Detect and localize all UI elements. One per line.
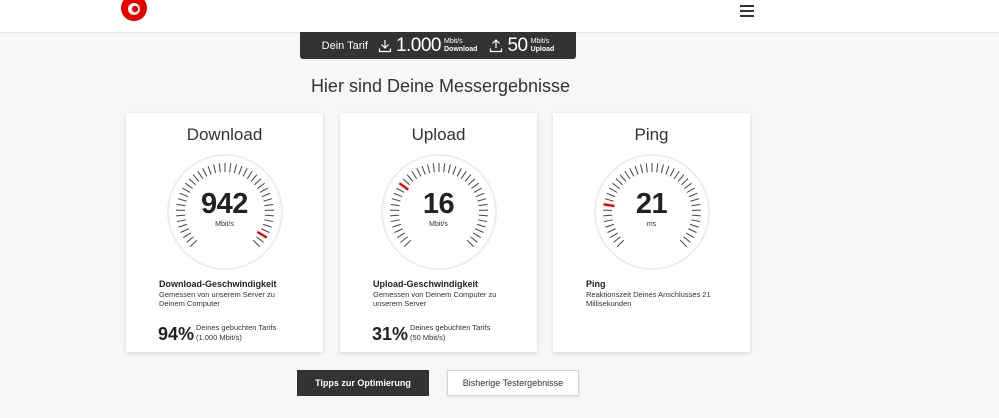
tarif-upload-value: 50 (507, 34, 528, 56)
card-title: Download (186, 125, 263, 144)
gauge-value: 942 (201, 188, 248, 220)
upload-icon (490, 38, 503, 52)
tarif-percentage: 31% (372, 324, 409, 344)
card-title: Upload (411, 125, 466, 144)
vodafone-logo-icon[interactable] (120, 0, 148, 22)
tarif-percentage: 94% (158, 324, 195, 344)
tarif-summary-bar: Dein Tarif 1.000 Mbit/s Download 50 Mbit… (300, 32, 576, 59)
tarif-label: Dein Tarif (321, 39, 368, 52)
gauge-unit: ms (646, 221, 657, 228)
gauge-value: 21 (635, 188, 668, 220)
tarif-download-unit: Mbit/s Download (443, 37, 478, 53)
download-result-card: Download 942 Mbit/s Download-Geschwindig… (126, 113, 323, 352)
result-description-title: Upload-Geschwindigkeit (373, 279, 479, 289)
tarif-percentage-text: Deines gebuchten Tarifs (1.000 Mbit/s) (196, 323, 277, 342)
download-icon (378, 39, 392, 52)
card-title: Ping (634, 125, 669, 144)
hamburger-menu-icon[interactable] (740, 5, 754, 17)
result-description-text: Gemessen von Deinem Computer zu unserem … (373, 290, 497, 308)
gauge-unit: Mbit/s (215, 221, 234, 228)
tarif-percentage-text: Deines gebuchten Tarifs (50 Mbit/s) (410, 323, 491, 342)
result-description-text: Gemessen von unserem Server zu Deinem Co… (159, 290, 275, 308)
tarif-download-value: 1.000 (395, 34, 442, 56)
result-description-text: Reaktionszeit Deines Anschlusses 21 Mill… (586, 290, 711, 308)
gauge-value: 16 (422, 188, 455, 220)
previous-results-button[interactable]: Bisherige Testergebnisse (447, 370, 579, 396)
result-description-title: Download-Geschwindigkeit (159, 279, 277, 289)
gauge-unit: Mbit/s (429, 221, 448, 228)
ping-result-card: Ping 21 ms Ping Reaktionszeit Deines Ans… (553, 113, 750, 352)
tips-optimization-button[interactable]: Tipps zur Optimierung (297, 370, 429, 396)
page-title: Hier sind Deine Messergebnisse (310, 76, 571, 96)
top-navigation-bar (0, 0, 999, 33)
upload-result-card: Upload 16 Mbit/s Upload-Geschwindigkeit … (340, 113, 537, 352)
tarif-upload-unit: Mbit/s Upload (530, 37, 555, 53)
result-description-title: Ping (586, 279, 606, 289)
